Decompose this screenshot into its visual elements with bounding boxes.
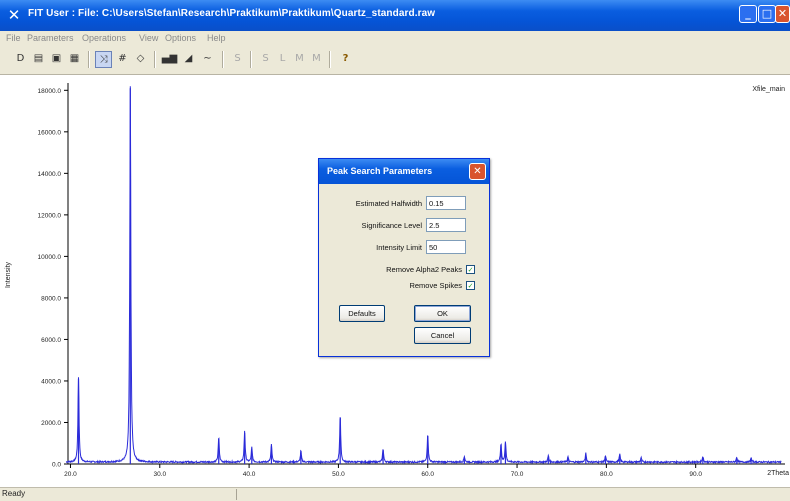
close-icon[interactable]: ✕ [775,5,790,23]
zoom-icon[interactable]: ◇ [132,51,149,68]
x-app-icon: ✕ [7,6,21,24]
ok-button[interactable]: OK [414,305,471,322]
m-icon[interactable]: M [291,51,308,68]
x-tick-label: 50.0 [332,471,345,478]
menu-parameters[interactable]: Parameters [27,33,74,43]
y-tick-label: 16000.0 [38,129,62,136]
new-icon[interactable]: D [12,51,29,68]
x-tick-label: 40.0 [243,471,256,478]
y-tick-label: 14000.0 [38,171,62,178]
x-tick-label: 30.0 [153,471,166,478]
maximize-icon[interactable]: □ [758,5,776,23]
x-tick-label: 20.0 [64,471,77,478]
significance-input[interactable]: 2.5 [426,218,466,232]
status-bar: Ready [0,487,790,501]
y-tick-label: 2000.0 [41,420,61,427]
x-tick-label: 90.0 [689,471,702,478]
toolbar-separator [250,51,252,68]
y-tick-label: 10000.0 [38,254,62,261]
toolbar-separator [222,51,224,68]
menu-view[interactable]: View [139,33,158,43]
menu-bar: File Parameters Operations View Options … [0,31,790,45]
y-tick-label: 8000.0 [41,295,61,302]
dialog-close-icon[interactable]: ✕ [469,163,486,180]
x-tick-label: 60.0 [421,471,434,478]
corner-label: Xfile_main [752,86,785,93]
profile-icon[interactable]: ◢ [180,51,197,68]
y-tick-label: 12000.0 [38,212,62,219]
l-icon[interactable]: L [274,51,291,68]
y-tick-label: 4000.0 [41,378,61,385]
help-icon[interactable]: ? [337,51,354,68]
remove-alpha2-label: Remove Alpha2 Peaks [386,265,462,274]
open-icon[interactable]: ▤ [30,51,47,68]
y-tick-label: 6000.0 [41,337,61,344]
bar-chart-icon[interactable]: ▄▆ [161,51,178,68]
toolbar-separator [88,51,90,68]
peak-search-dialog: Peak Search Parameters ✕ Estimated Halfw… [318,158,490,357]
menu-help[interactable]: Help [207,33,226,43]
toolbar-separator [329,51,331,68]
menu-operations[interactable]: Operations [82,33,126,43]
defaults-button[interactable]: Defaults [339,305,385,322]
intensity-limit-input[interactable]: 50 [426,240,466,254]
remove-spikes-label: Remove Spikes [409,281,462,290]
halfwidth-input[interactable]: 0.15 [426,196,466,210]
dialog-title-bar[interactable]: Peak Search Parameters ✕ [319,159,489,184]
y-tick-label: 18000.0 [38,88,62,95]
remove-alpha2-checkbox[interactable]: ✓ [466,265,475,274]
title-bar[interactable]: ✕ FIT User : File: C:\Users\Stefan\Resea… [0,0,790,31]
status-text: Ready [2,489,26,498]
menu-file[interactable]: File [6,33,21,43]
curve-icon[interactable]: ∼ [199,51,216,68]
menu-options[interactable]: Options [165,33,196,43]
x-tick-label: 70.0 [511,471,524,478]
dialog-title: Peak Search Parameters [327,166,433,176]
minimize-icon[interactable]: _ [739,5,757,23]
halfwidth-label: Estimated Halfwidth [355,199,422,208]
x-tick-label: 80.0 [600,471,613,478]
cursor-peak-icon[interactable]: ⤨ [95,51,112,68]
print-icon[interactable]: ▦ [66,51,83,68]
intensity-limit-label: Intensity Limit [376,243,422,252]
save-icon[interactable]: ▣ [48,51,65,68]
toolbar-separator [154,51,156,68]
cancel-button[interactable]: Cancel [414,327,471,344]
status-divider [236,489,237,500]
grid-icon[interactable]: # [114,51,131,68]
y-tick-label: 0.0 [52,462,61,469]
y-axis-label: Intensity [5,261,12,288]
remove-spikes-checkbox[interactable]: ✓ [466,281,475,290]
window-title: FIT User : File: C:\Users\Stefan\Researc… [28,8,436,19]
m-icon[interactable]: M [308,51,325,68]
toolbar: D ▤ ▣ ▦ ⤨ # ◇ ▄▆ ◢ ∼ S S L M M ? [0,45,790,75]
x-axis-end-label: 2Theta [767,470,789,477]
significance-label: Significance Level [361,221,422,230]
s-icon[interactable]: S [229,51,246,68]
s-icon[interactable]: S [257,51,274,68]
